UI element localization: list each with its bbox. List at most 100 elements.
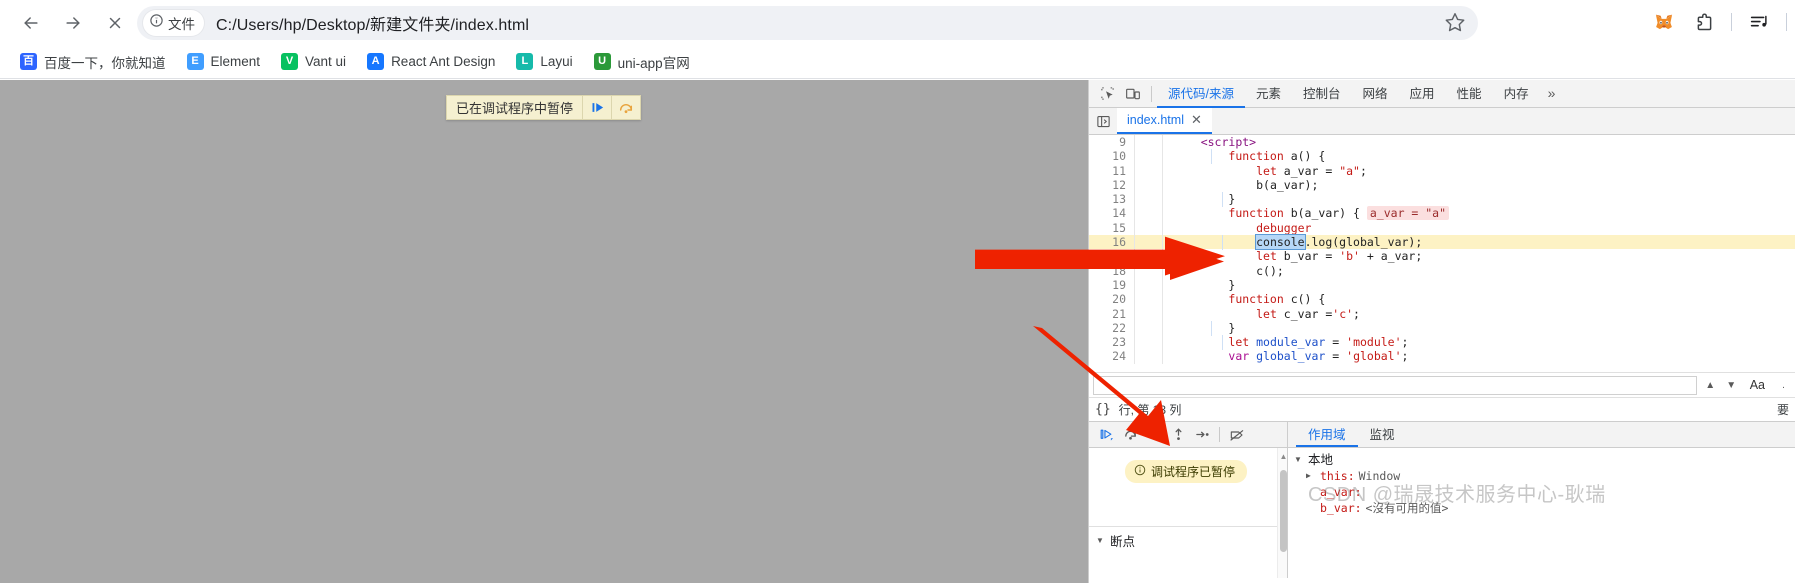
bookmark-item[interactable]: L Layui (508, 50, 580, 73)
code-line[interactable]: 18 c(); (1089, 263, 1795, 278)
debugger-divider (1219, 427, 1220, 442)
more-tabs-button[interactable]: » (1540, 85, 1564, 103)
chevron-down-icon[interactable]: ▼ (1294, 452, 1304, 468)
step-into-button[interactable] (1143, 424, 1165, 446)
scope-var-name: a_var: (1320, 485, 1362, 499)
bookmark-label: Vant ui (305, 54, 347, 69)
deactivate-breakpoints-button[interactable] (1226, 424, 1248, 446)
source-code-editor[interactable]: 9 <script> 10 function a() {11 let a_var … (1089, 135, 1795, 373)
line-number[interactable]: 21 (1089, 306, 1135, 321)
devtools-tab[interactable]: 应用 (1399, 80, 1446, 108)
resume-script-button[interactable] (1095, 424, 1117, 446)
line-number[interactable]: 19 (1089, 277, 1135, 293)
code-line[interactable]: 13 } (1089, 192, 1795, 207)
line-number[interactable]: 22 (1089, 320, 1135, 336)
code-line[interactable]: 12 b(a_var); (1089, 177, 1795, 193)
line-number[interactable]: 11 (1089, 163, 1135, 178)
line-number[interactable]: 17 (1089, 249, 1135, 264)
scrollbar-thumb[interactable] (1280, 470, 1287, 552)
chevron-down-icon: ▼ (1096, 536, 1104, 545)
step-over-next-call-button[interactable] (611, 96, 640, 119)
line-number[interactable]: 24 (1089, 349, 1135, 364)
metamask-extension-icon[interactable] (1647, 5, 1681, 39)
device-toolbar-icon[interactable] (1120, 82, 1146, 106)
forward-button[interactable] (56, 6, 90, 40)
scope-tree-row[interactable]: ▶ this: Window (1294, 468, 1795, 484)
line-number[interactable]: 14 (1089, 206, 1135, 221)
scope-tabs: 作用域 监视 (1288, 422, 1795, 448)
scope-tab[interactable]: 监视 (1358, 422, 1407, 447)
debugger-scrollbar[interactable]: ▲ (1277, 448, 1287, 578)
pretty-print-button[interactable]: {} (1095, 402, 1111, 417)
code-line[interactable]: 16 console.log(global_var); (1089, 234, 1795, 251)
resume-script-execution-button[interactable] (582, 96, 611, 119)
bookmark-star-icon[interactable] (1444, 11, 1468, 35)
bookmark-item[interactable]: 百百度一下，你就知道 (12, 49, 174, 75)
code-line[interactable]: 22 } (1089, 320, 1795, 336)
bookmark-item[interactable]: V Vant ui (273, 50, 354, 73)
indent-guide (1222, 235, 1223, 250)
line-number[interactable]: 16 (1089, 235, 1135, 250)
code-text: debugger (1163, 221, 1795, 235)
code-line[interactable]: 17 let b_var = 'b' + a_var; (1089, 249, 1795, 264)
code-line[interactable]: 23 let module_var = 'module'; (1089, 335, 1795, 350)
code-line[interactable]: 9 <script> (1089, 135, 1795, 150)
code-line[interactable]: 11 let a_var = "a"; (1089, 163, 1795, 178)
line-number[interactable]: 23 (1089, 335, 1135, 350)
code-line[interactable]: 21 let c_var ='c'; (1089, 306, 1795, 321)
code-line[interactable]: 20 function c() { (1089, 292, 1795, 307)
line-number[interactable]: 20 (1089, 292, 1135, 307)
file-tab-index-html[interactable]: index.html ✕ (1117, 108, 1212, 134)
line-number[interactable]: 9 (1089, 135, 1135, 150)
file-tab-label: index.html (1127, 113, 1184, 127)
stop-button[interactable] (98, 6, 132, 40)
line-number[interactable]: 10 (1089, 149, 1135, 164)
devtools-tab[interactable]: 元素 (1245, 80, 1292, 108)
bookmark-item[interactable]: E Element (179, 50, 269, 73)
address-bar[interactable]: 文件 C:/Users/hp/Desktop/新建文件夹/index.html (137, 6, 1478, 40)
step-button[interactable] (1191, 424, 1213, 446)
line-number[interactable]: 18 (1089, 263, 1135, 278)
chevron-right-icon[interactable]: ▶ (1306, 468, 1316, 484)
code-line[interactable]: 19 } (1089, 277, 1795, 293)
line-number[interactable]: 12 (1089, 177, 1135, 193)
baidu-icon: 百 (20, 53, 37, 70)
code-gutter (1135, 320, 1163, 336)
site-info-chip[interactable]: 文件 (143, 10, 204, 36)
close-icon[interactable]: ✕ (1191, 112, 1202, 128)
extensions-icon[interactable] (1687, 5, 1721, 39)
scope-tree-row[interactable]: b_var: <沒有可用的值> (1294, 500, 1795, 516)
code-line[interactable]: 14 function b(a_var) { a_var = "a" (1089, 206, 1795, 221)
scroll-up-arrow-icon[interactable]: ▲ (1279, 452, 1288, 461)
search-options-button[interactable]: . (1776, 380, 1791, 391)
bookmark-item[interactable]: A React Ant Design (359, 50, 503, 73)
search-input[interactable] (1093, 375, 1697, 395)
devtools-tab[interactable]: 内存 (1493, 80, 1540, 108)
line-number[interactable]: 13 (1089, 192, 1135, 207)
bookmark-item[interactable]: Uuni-app官网 (586, 49, 698, 75)
inspect-element-icon[interactable] (1094, 82, 1120, 106)
show-navigator-icon[interactable] (1089, 108, 1117, 134)
media-list-icon[interactable] (1742, 5, 1776, 39)
code-line[interactable]: 10 function a() { (1089, 149, 1795, 164)
back-button[interactable] (14, 6, 48, 40)
step-out-button[interactable] (1167, 424, 1189, 446)
devtools-tab[interactable]: 网络 (1352, 80, 1399, 108)
code-line[interactable]: 15 debugger (1089, 220, 1795, 236)
scope-tab[interactable]: 作用域 (1296, 422, 1358, 447)
bookmark-label: uni-app官网 (617, 55, 690, 71)
search-next-button[interactable]: ▼ (1724, 380, 1739, 391)
scope-tree-row[interactable]: a_var: (1294, 484, 1795, 500)
step-over-button[interactable] (1119, 424, 1141, 446)
code-line[interactable]: 24 var global_var = 'global'; (1089, 349, 1795, 364)
match-case-button[interactable]: Aa (1745, 378, 1770, 392)
devtools-tab[interactable]: 控制台 (1292, 80, 1352, 108)
scope-tree-row[interactable]: ▼ 本地 (1294, 452, 1795, 468)
breakpoints-section-header[interactable]: ▼ 断点 (1089, 526, 1287, 554)
line-number[interactable]: 15 (1089, 220, 1135, 236)
scope-tree[interactable]: ▼ 本地 ▶ this: Window a_var: b_var: <沒有可用的值> (1288, 448, 1795, 578)
devtools-tab[interactable]: 源代码/来源 (1157, 80, 1245, 108)
devtools-tab[interactable]: 性能 (1446, 80, 1493, 108)
search-prev-button[interactable]: ▲ (1703, 380, 1718, 391)
devtools-panel: 源代码/来源 元素 控制台 网络 应用 性能 内存 » index.html ✕ 9 <sc… (1088, 80, 1795, 583)
